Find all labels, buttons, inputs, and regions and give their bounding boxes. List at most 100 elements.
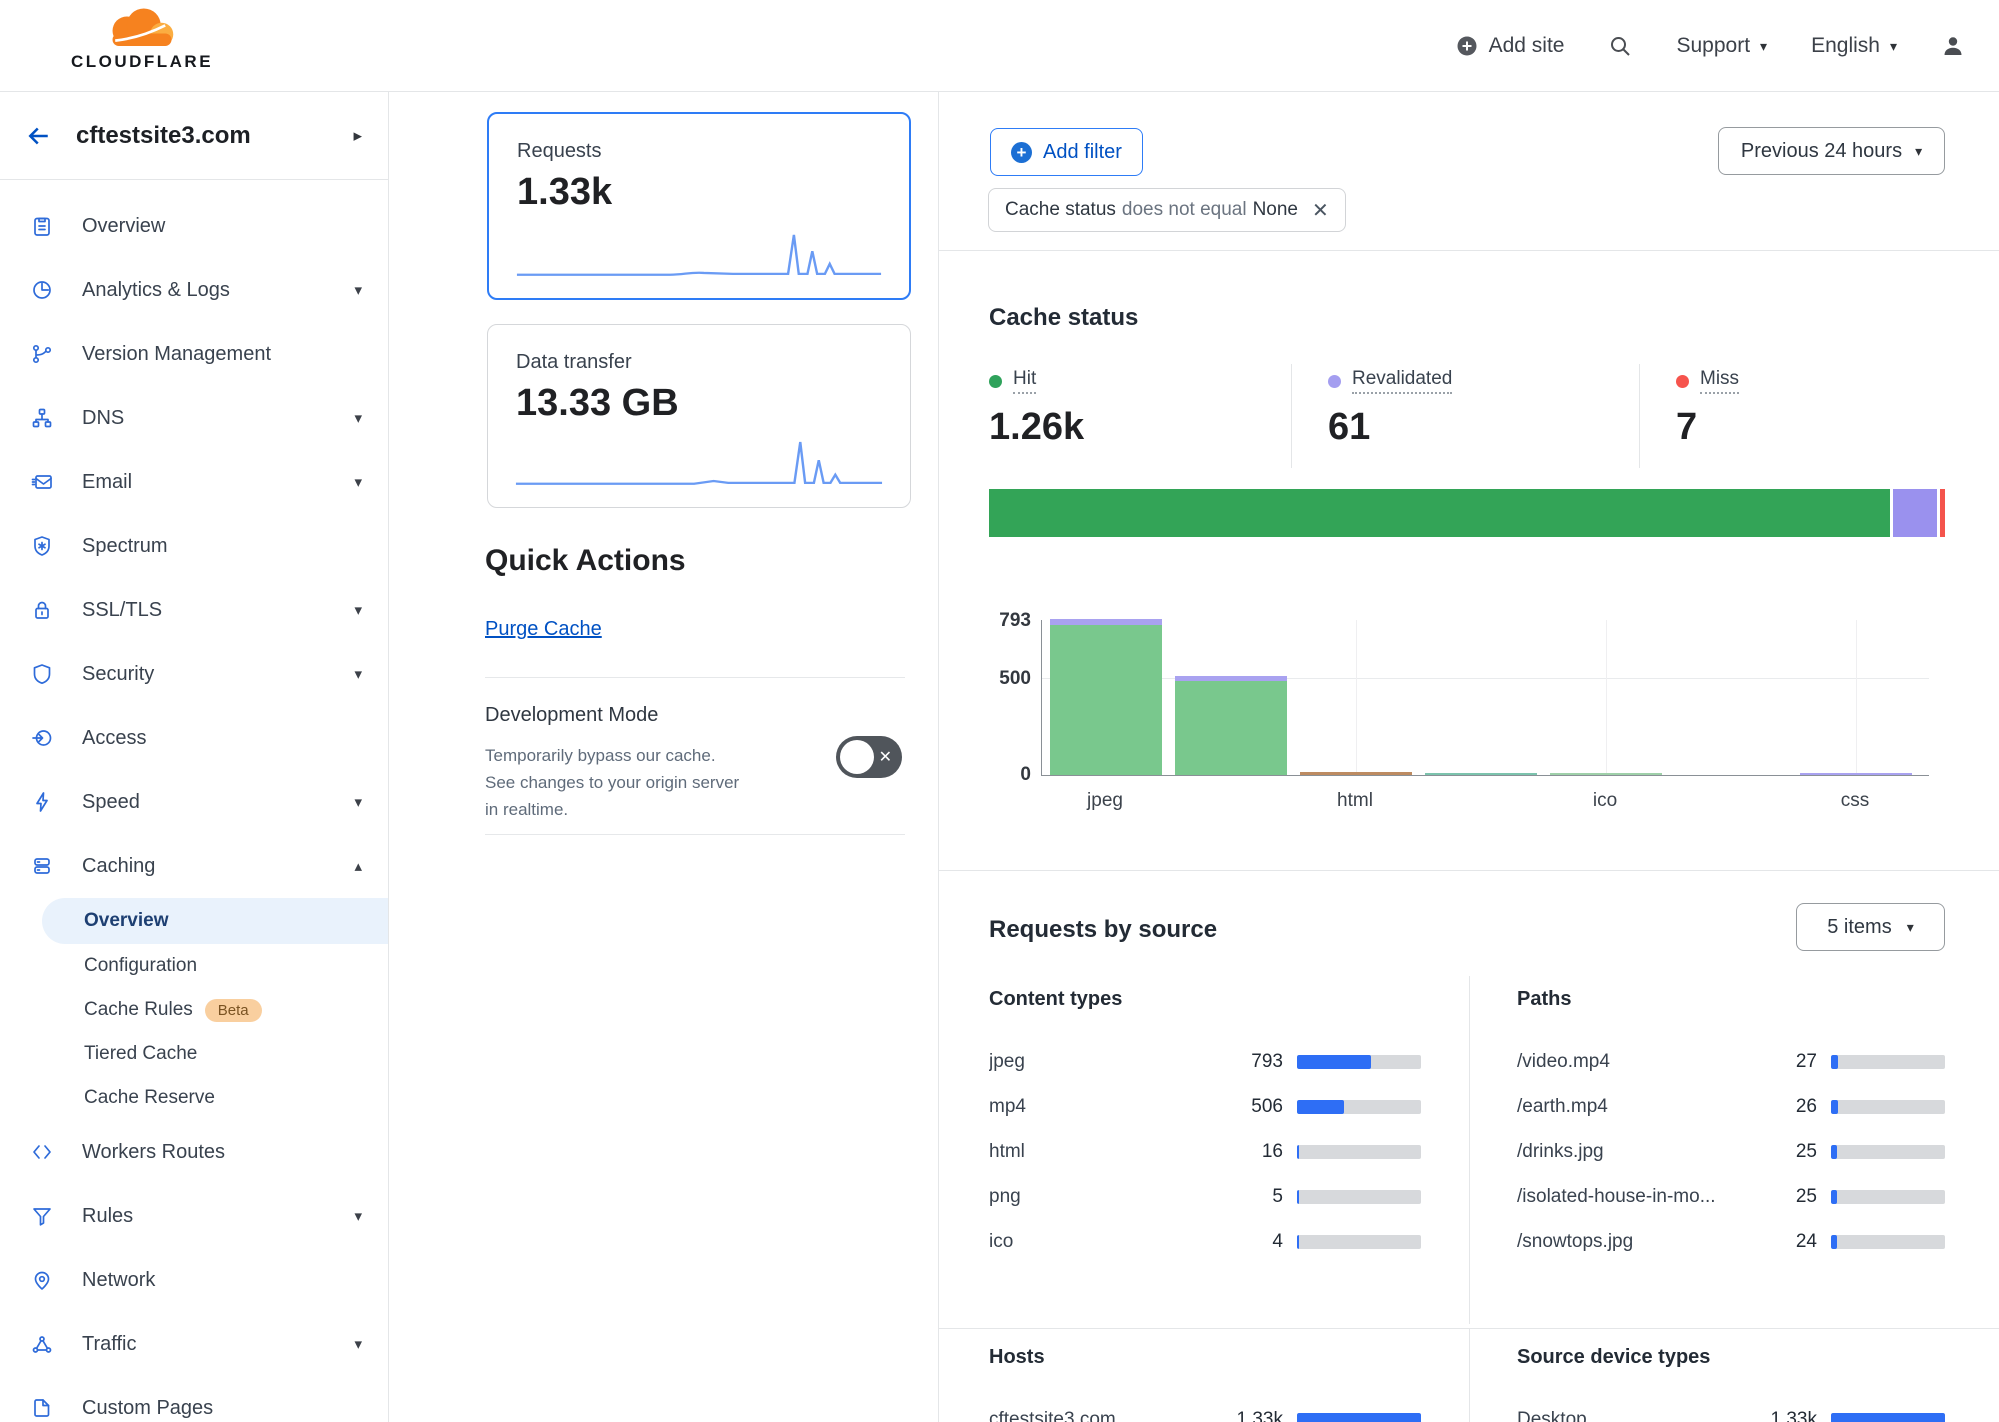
requests-sparkline: [515, 224, 883, 282]
sidebar-item-ssl-tls[interactable]: SSL/TLS▾: [0, 578, 388, 642]
sidebar-item-email[interactable]: Email▾: [0, 450, 388, 514]
sidebar-item-label: Overview: [82, 215, 362, 238]
workers-routes-icon: [30, 1140, 54, 1164]
sidebar-item-label: Traffic: [82, 1333, 354, 1356]
row-bar: [1297, 1413, 1421, 1422]
source-section-title: Paths: [1517, 988, 1945, 1011]
data-transfer-value: 13.33 GB: [516, 382, 882, 425]
add-filter-button[interactable]: + Add filter: [990, 128, 1143, 176]
add-site-button[interactable]: Add site: [1455, 34, 1565, 58]
sidebar-item-workers-routes[interactable]: Workers Routes: [0, 1120, 388, 1184]
hosts-section: Hostscftestsite3.com1.33k: [989, 1346, 1421, 1422]
sidebar-item-access[interactable]: Access: [0, 706, 388, 770]
sidebar-item-security[interactable]: Security▾: [0, 642, 388, 706]
filter-chip[interactable]: Cache status does not equal None ✕: [988, 188, 1346, 232]
items-count-label: 5 items: [1827, 916, 1891, 939]
language-menu[interactable]: English ▾: [1811, 34, 1897, 58]
speed-icon: [30, 790, 54, 814]
sidebar-item-traffic[interactable]: Traffic▾: [0, 1312, 388, 1376]
row-bar-fill: [1831, 1055, 1838, 1069]
bar-segment: [1550, 773, 1662, 775]
sidebar-item-network[interactable]: Network: [0, 1248, 388, 1312]
sidebar-item-caching[interactable]: Caching▴: [0, 834, 388, 898]
plus-icon: +: [1011, 142, 1032, 163]
remove-filter-icon[interactable]: ✕: [1312, 198, 1329, 223]
support-menu[interactable]: Support ▾: [1676, 34, 1767, 58]
cloudflare-logo[interactable]: CLOUDFLARE: [62, 4, 222, 72]
development-mode-description: Temporarily bypass our cache. See change…: [485, 742, 747, 823]
requests-metric-card[interactable]: Requests 1.33k: [487, 112, 911, 300]
access-icon: [30, 726, 54, 750]
row-label: cftestsite3.com: [989, 1409, 1209, 1422]
table-row: /snowtops.jpg24: [1517, 1219, 1945, 1264]
custom-pages-icon: [30, 1396, 54, 1420]
sidebar-item-label: Email: [82, 471, 354, 494]
gridline-vertical: [1606, 620, 1607, 775]
chevron-up-icon: ▴: [354, 857, 362, 875]
row-label: mp4: [989, 1096, 1209, 1118]
row-value: 25: [1743, 1141, 1817, 1163]
sidebar-item-rules[interactable]: Rules▾: [0, 1184, 388, 1248]
requests-by-source-title: Requests by source: [989, 916, 1217, 944]
sidebar-item-label: Access: [82, 727, 362, 750]
row-label: /video.mp4: [1517, 1051, 1743, 1073]
cloudflare-dashboard: CLOUDFLARE Add site Support ▾ English ▾ …: [0, 0, 1999, 1422]
time-range-dropdown[interactable]: Previous 24 hours ▾: [1718, 127, 1945, 175]
sidebar-subitem-tiered-cache[interactable]: Tiered Cache: [0, 1032, 388, 1076]
row-bar: [1297, 1145, 1421, 1159]
sidebar-item-speed[interactable]: Speed▾: [0, 770, 388, 834]
purge-cache-link[interactable]: Purge Cache: [485, 618, 602, 641]
chevron-down-icon: ▾: [354, 793, 362, 811]
row-bar: [1297, 1235, 1421, 1249]
row-label: /isolated-house-in-mo...: [1517, 1186, 1743, 1208]
stat-label[interactable]: Hit: [1013, 368, 1036, 394]
row-bar-fill: [1831, 1145, 1837, 1159]
sidebar-item-label: Security: [82, 663, 354, 686]
chevron-down-icon: ▾: [354, 665, 362, 683]
data-transfer-metric-card[interactable]: Data transfer 13.33 GB: [487, 324, 911, 508]
version-management-icon: [30, 342, 54, 366]
divider: [939, 250, 1999, 251]
add-filter-label: Add filter: [1043, 141, 1122, 164]
back-arrow-icon[interactable]: [24, 121, 54, 151]
brand-wordmark: CLOUDFLARE: [62, 52, 222, 72]
stat-label[interactable]: Miss: [1700, 368, 1739, 394]
user-account-icon[interactable]: [1941, 34, 1965, 58]
dns-icon: [30, 406, 54, 430]
search-icon[interactable]: [1608, 34, 1632, 58]
chevron-down-icon: ▾: [354, 1207, 362, 1225]
development-mode-toggle[interactable]: ✕: [836, 736, 902, 778]
bar-png: [1425, 773, 1537, 775]
row-bar: [1831, 1055, 1945, 1069]
chevron-right-icon[interactable]: ▸: [353, 126, 362, 146]
sidebar-item-spectrum[interactable]: Spectrum: [0, 514, 388, 578]
row-value: 1.33k: [1743, 1409, 1817, 1422]
sidebar-item-custom-pages[interactable]: Custom Pages: [0, 1376, 388, 1422]
sidebar-subitem-overview[interactable]: Overview: [42, 898, 388, 944]
row-bar-fill: [1297, 1190, 1299, 1204]
row-value: 24: [1743, 1231, 1817, 1253]
table-row: mp4506: [989, 1084, 1421, 1129]
stat-head: Miss: [1676, 368, 1944, 394]
items-count-dropdown[interactable]: 5 items ▾: [1796, 903, 1945, 951]
sidebar-subitem-cache-reserve[interactable]: Cache Reserve: [0, 1076, 388, 1120]
cache-stat-revalidated: Revalidated61: [1291, 364, 1639, 468]
subnav-caching: OverviewConfigurationCache RulesBetaTier…: [0, 898, 388, 1120]
legend-dot-icon: [989, 375, 1002, 388]
add-site-label: Add site: [1489, 34, 1565, 58]
sidebar-item-dns[interactable]: DNS▾: [0, 386, 388, 450]
sidebar-subitem-cache-rules[interactable]: Cache RulesBeta: [0, 988, 388, 1032]
stat-label[interactable]: Revalidated: [1352, 368, 1452, 394]
sidebar-item-version-management[interactable]: Version Management: [0, 322, 388, 386]
bar-segment: [1800, 773, 1912, 775]
sidebar-item-overview[interactable]: Overview: [0, 194, 388, 258]
email-icon: [30, 470, 54, 494]
sidebar-item-analytics-logs[interactable]: Analytics & Logs▾: [0, 258, 388, 322]
table-row: cftestsite3.com1.33k: [989, 1397, 1421, 1422]
add-circle-icon: [1455, 34, 1479, 58]
sidebar-item-label: DNS: [82, 407, 354, 430]
table-row: Desktop1.33k: [1517, 1397, 1945, 1422]
row-bar: [1831, 1145, 1945, 1159]
sidebar-subitem-configuration[interactable]: Configuration: [0, 944, 388, 988]
row-value: 506: [1209, 1096, 1283, 1118]
